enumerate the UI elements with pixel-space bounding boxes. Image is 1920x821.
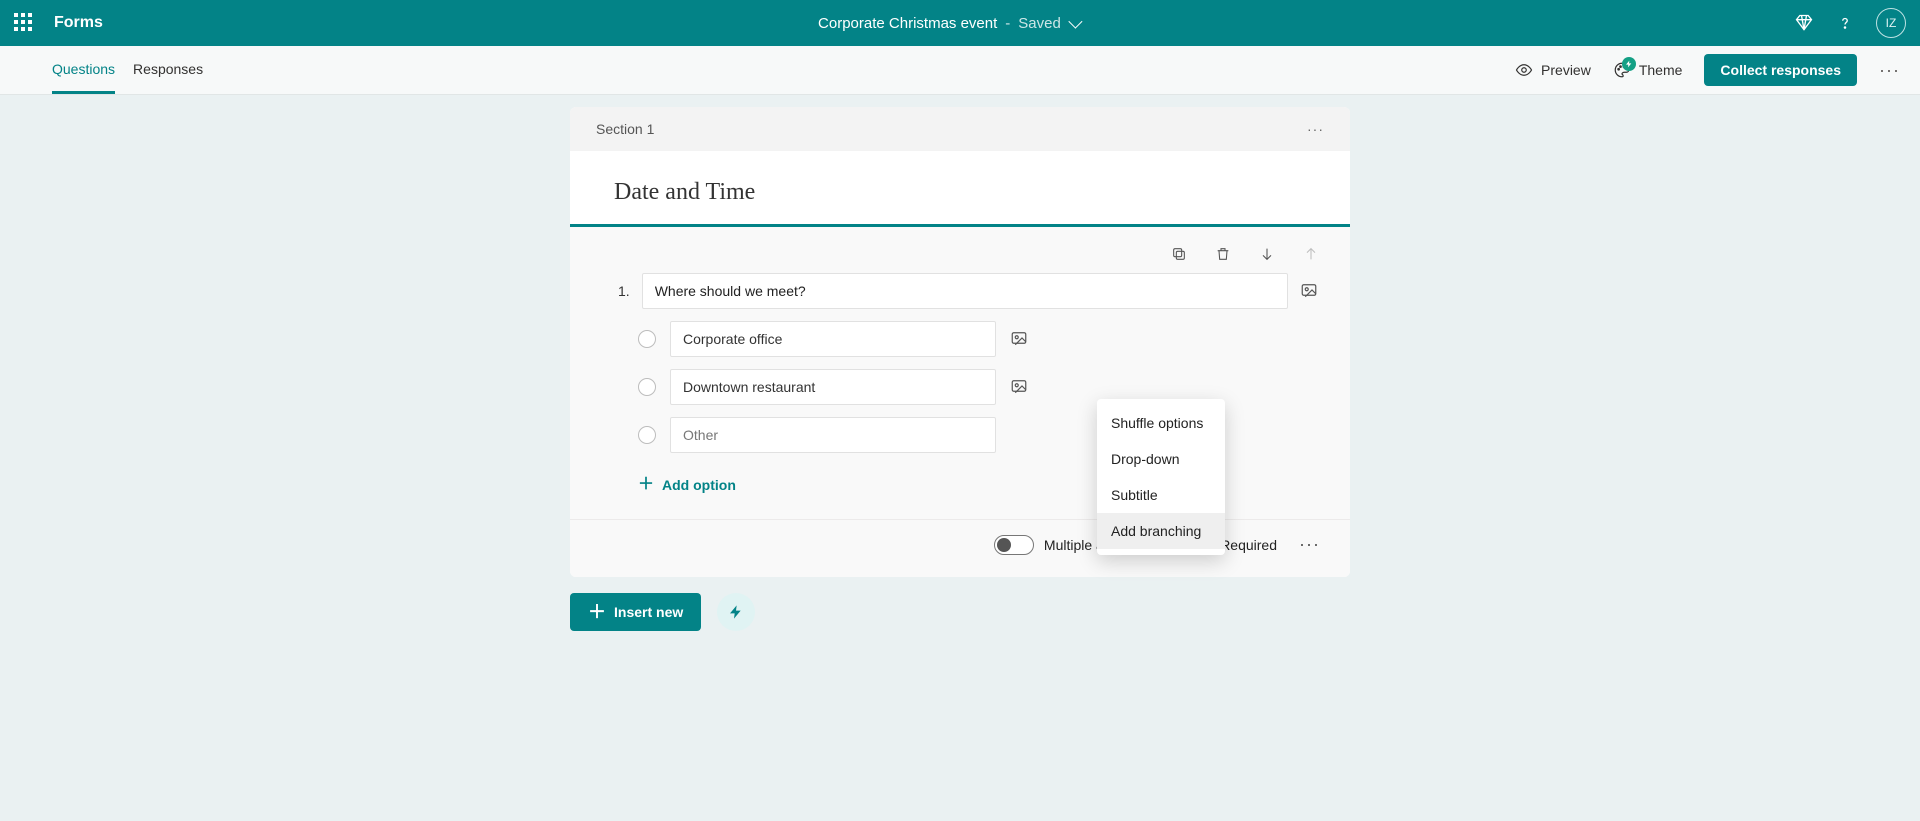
menu-shuffle-options[interactable]: Shuffle options (1097, 405, 1225, 441)
radio-icon[interactable] (638, 378, 656, 396)
chevron-down-icon[interactable] (1068, 15, 1082, 29)
move-up-icon (1302, 245, 1320, 263)
menu-subtitle[interactable]: Subtitle (1097, 477, 1225, 513)
option-media-icon[interactable] (1010, 377, 1030, 397)
eye-icon (1515, 61, 1533, 79)
save-status: Saved (1018, 15, 1061, 32)
section-more-icon[interactable]: ··· (1307, 121, 1324, 137)
plus-icon: ＋ (588, 603, 606, 621)
palette-icon (1613, 61, 1631, 79)
delete-question-icon[interactable] (1214, 245, 1232, 263)
add-option-label: Add option (662, 477, 736, 493)
help-icon[interactable] (1836, 14, 1854, 32)
avatar[interactable]: IZ (1876, 8, 1906, 38)
premium-diamond-icon[interactable] (1794, 13, 1814, 33)
status-separator: - (1005, 15, 1010, 32)
option-input-1[interactable] (670, 321, 996, 357)
question-context-menu: Shuffle options Drop-down Subtitle Add b… (1097, 399, 1225, 555)
move-down-icon[interactable] (1258, 245, 1276, 263)
preview-label: Preview (1541, 62, 1591, 78)
option-input-2[interactable] (670, 369, 996, 405)
ai-suggestion-button[interactable] (717, 593, 755, 631)
canvas-scroll[interactable]: Section 1 ··· Date and Time (0, 95, 1920, 821)
radio-icon[interactable] (638, 426, 656, 444)
document-title[interactable]: Corporate Christmas event (818, 15, 997, 32)
insert-new-label: Insert new (614, 604, 683, 620)
app-header: Forms Corporate Christmas event - Saved … (0, 0, 1920, 46)
tab-questions[interactable]: Questions (52, 47, 115, 94)
avatar-initials: IZ (1886, 16, 1897, 30)
insert-media-icon[interactable] (1300, 281, 1320, 301)
menu-drop-down[interactable]: Drop-down (1097, 441, 1225, 477)
multiple-answers-toggle[interactable] (994, 535, 1034, 555)
question-number: 1. (618, 283, 630, 299)
theme-notification-badge (1622, 57, 1636, 71)
theme-label: Theme (1639, 62, 1683, 78)
waffle-icon[interactable] (14, 13, 34, 33)
insert-new-button[interactable]: ＋ Insert new (570, 593, 701, 631)
question-more-icon[interactable]: ··· (1299, 534, 1320, 555)
theme-button[interactable]: Theme (1613, 61, 1683, 79)
section-title[interactable]: Date and Time (614, 179, 1306, 206)
brand-label[interactable]: Forms (54, 14, 103, 32)
option-row (618, 321, 1320, 357)
plus-icon: ＋ (638, 477, 654, 493)
radio-icon[interactable] (638, 330, 656, 348)
menu-add-branching[interactable]: Add branching (1097, 513, 1225, 549)
command-more-icon[interactable]: ··· (1879, 60, 1900, 81)
option-input-other[interactable] (670, 417, 996, 453)
question-card: 1. (570, 224, 1350, 577)
section-card: Section 1 ··· Date and Time (570, 107, 1350, 577)
question-text-input[interactable] (642, 273, 1288, 309)
option-media-icon[interactable] (1010, 329, 1030, 349)
preview-button[interactable]: Preview (1515, 61, 1591, 79)
copy-question-icon[interactable] (1170, 245, 1188, 263)
command-bar: Questions Responses Preview Theme Co (0, 46, 1920, 95)
collect-responses-button[interactable]: Collect responses (1704, 54, 1857, 86)
required-label: Required (1220, 537, 1277, 553)
section-label[interactable]: Section 1 (596, 121, 654, 137)
tab-responses[interactable]: Responses (133, 47, 203, 94)
